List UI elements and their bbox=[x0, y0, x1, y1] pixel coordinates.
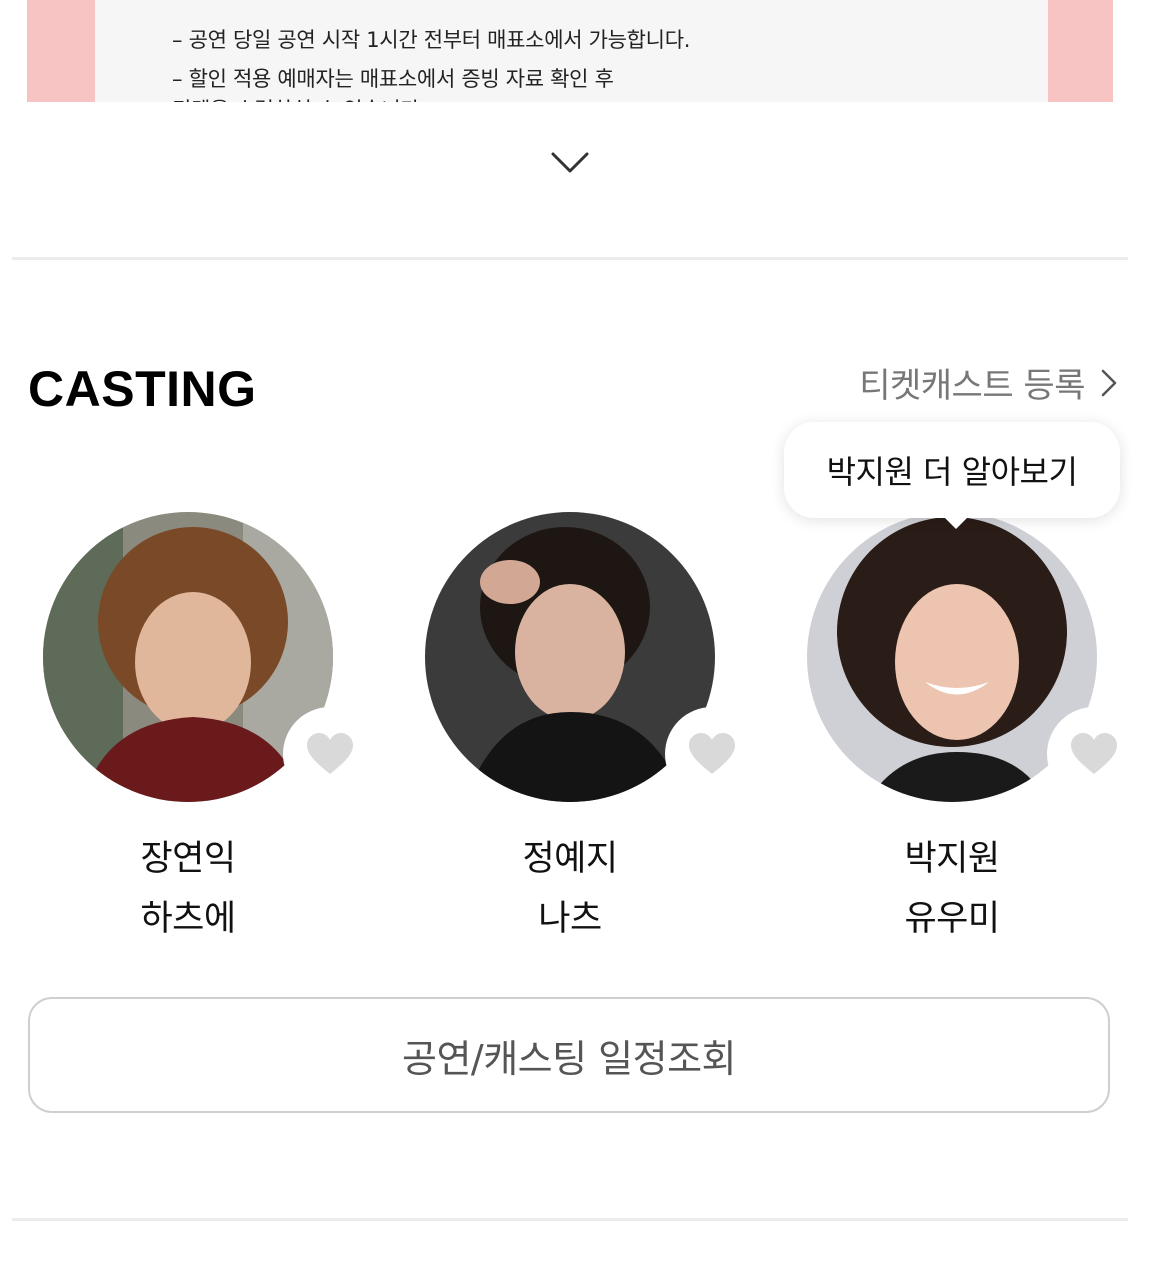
chevron-right-icon bbox=[1101, 368, 1117, 398]
actor-name: 박지원 bbox=[904, 839, 1000, 879]
notice-line-2: – 할인 적용 예매자는 매표소에서 증빙 자료 확인 후 bbox=[172, 67, 614, 91]
actor-info-tooltip[interactable]: 박지원 더 알아보기 bbox=[784, 422, 1120, 529]
tooltip-tail bbox=[944, 517, 968, 529]
section-divider bbox=[12, 1218, 1128, 1221]
cast-card[interactable]: 정예지 나츠 bbox=[410, 512, 759, 942]
heart-icon bbox=[689, 733, 735, 774]
favorite-button[interactable] bbox=[283, 707, 377, 801]
expand-button[interactable] bbox=[545, 143, 595, 183]
role-name: 유우미 bbox=[904, 899, 1000, 939]
role-name: 나츠 bbox=[538, 899, 602, 939]
heart-icon bbox=[1071, 733, 1117, 774]
notice-image: – 공연 당일 공연 시작 1시간 전부터 매표소에서 가능합니다. – 할인 … bbox=[27, 0, 1113, 102]
notice-line-3: 티켓을 수령하실 수 있습니다. bbox=[172, 94, 426, 102]
ticketcast-register-label: 티켓캐스트 등록 bbox=[859, 366, 1085, 406]
schedule-lookup-button[interactable]: 공연/캐스팅 일정조회 bbox=[28, 997, 1110, 1113]
actor-name: 정예지 bbox=[522, 839, 618, 879]
favorite-button[interactable] bbox=[1047, 707, 1141, 801]
notice-border-left bbox=[27, 0, 95, 102]
role-name: 하츠에 bbox=[140, 899, 236, 939]
notice-border-right bbox=[1048, 0, 1113, 102]
page: – 공연 당일 공연 시작 1시간 전부터 매표소에서 가능합니다. – 할인 … bbox=[0, 0, 1173, 1284]
casting-title: CASTING bbox=[28, 361, 257, 417]
schedule-lookup-label: 공연/캐스팅 일정조회 bbox=[401, 1036, 737, 1081]
ticketcast-register-link[interactable]: 티켓캐스트 등록 bbox=[859, 358, 1117, 407]
tooltip-label: 박지원 더 알아보기 bbox=[826, 453, 1078, 491]
actor-name: 장연익 bbox=[140, 839, 236, 879]
heart-icon bbox=[307, 733, 353, 774]
favorite-button[interactable] bbox=[665, 707, 759, 801]
section-divider bbox=[12, 257, 1128, 260]
cast-card[interactable]: 장연익 하츠에 bbox=[28, 512, 377, 942]
chevron-down-icon bbox=[551, 152, 589, 173]
cast-card[interactable]: 박지원 유우미 bbox=[792, 512, 1141, 942]
notice-line-1: – 공연 당일 공연 시작 1시간 전부터 매표소에서 가능합니다. bbox=[172, 28, 691, 52]
